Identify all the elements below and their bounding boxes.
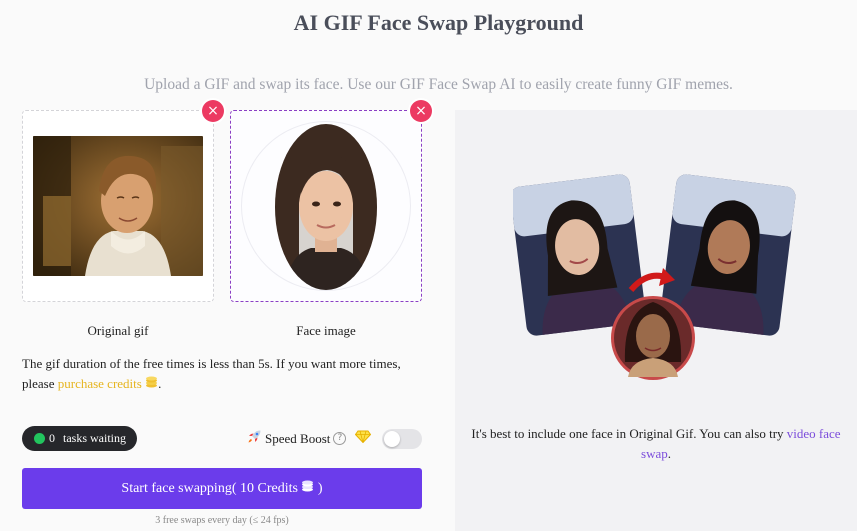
rocket-icon	[247, 429, 262, 448]
remove-face-image-button[interactable]: ×	[410, 100, 432, 122]
free-usage-notice: The gif duration of the free times is le…	[22, 354, 422, 394]
tasks-waiting-badge: 0 tasks waiting	[22, 426, 137, 451]
coins-icon	[301, 480, 314, 496]
tip-text: It's best to include one face in Origina…	[471, 426, 787, 441]
toggle-knob	[384, 431, 400, 447]
notice-end: .	[158, 376, 162, 391]
speed-boost-option: Speed Boost ?	[247, 429, 372, 448]
page-title: AI GIF Face Swap Playground	[293, 10, 584, 35]
face-image-preview	[275, 124, 377, 290]
diamond-icon	[355, 430, 372, 447]
speed-boost-toggle[interactable]	[382, 429, 422, 449]
example-illustration	[510, 172, 803, 382]
face-image-upload[interactable]: ×	[230, 100, 432, 302]
start-face-swapping-button[interactable]: Start face swapping( 10 Credits )	[22, 468, 422, 509]
example-tip: It's best to include one face in Origina…	[455, 424, 857, 464]
face-image-label: Face image	[296, 323, 356, 338]
page-subtitle: Upload a GIF and swap its face. Use our …	[144, 76, 733, 93]
example-panel: It's best to include one face in Origina…	[455, 110, 857, 531]
start-button-label-end: )	[314, 481, 323, 496]
speed-boost-label: Speed Boost	[265, 430, 331, 446]
free-swaps-note: 3 free swaps every day (≤ 24 fps)	[155, 515, 289, 526]
status-dot-icon	[34, 433, 45, 444]
original-gif-label: Original gif	[87, 323, 149, 338]
tip-end: .	[667, 446, 671, 461]
purchase-credits-link[interactable]: purchase credits	[58, 376, 142, 391]
tasks-count: 0	[49, 431, 55, 445]
start-button-label: Start face swapping( 10 Credits	[121, 481, 298, 496]
original-gif-upload[interactable]: ×	[22, 100, 224, 302]
tasks-label: tasks waiting	[63, 431, 126, 445]
coins-icon	[145, 376, 158, 391]
help-icon[interactable]: ?	[333, 432, 347, 445]
original-gif-preview	[33, 136, 203, 276]
remove-original-gif-button[interactable]: ×	[202, 100, 224, 122]
